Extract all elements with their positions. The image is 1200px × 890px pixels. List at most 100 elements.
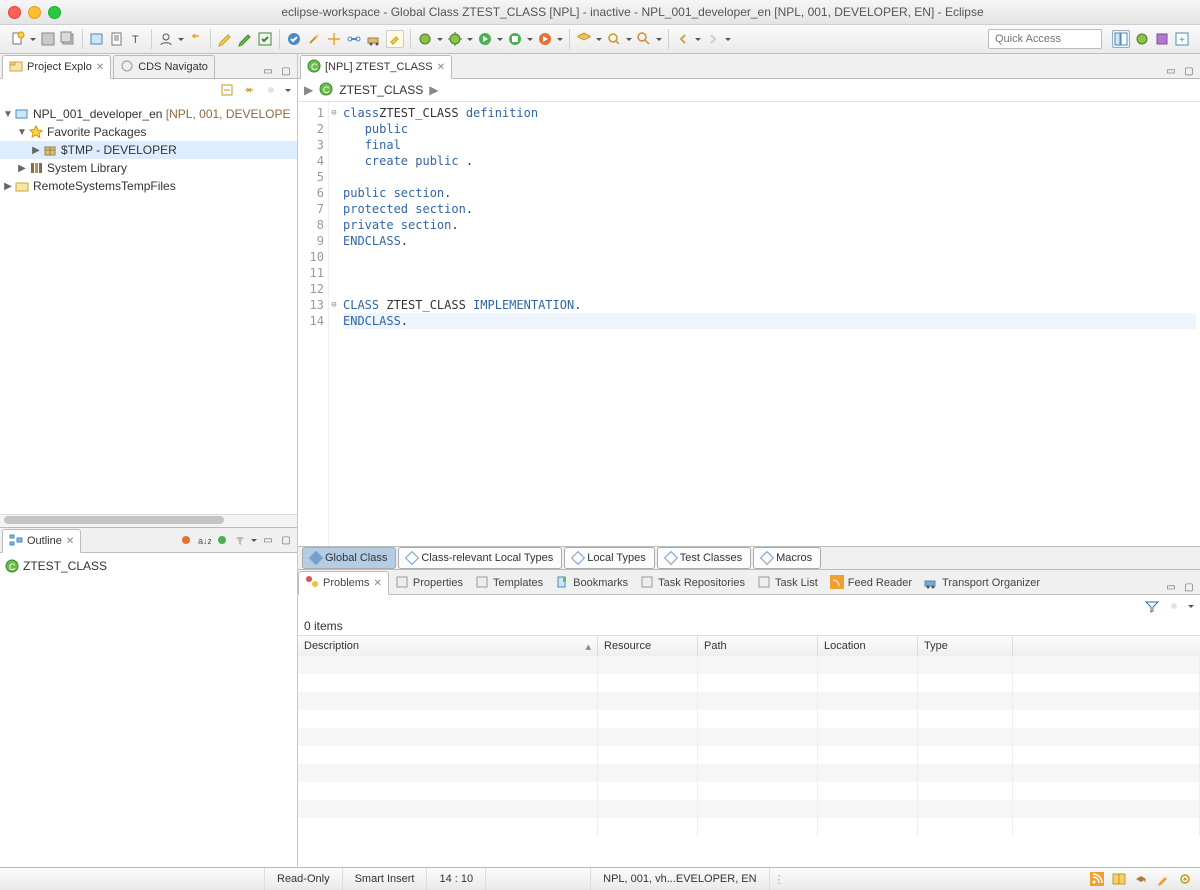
link-editor-icon[interactable]: [241, 82, 257, 98]
minimize-window-icon[interactable]: [28, 6, 41, 19]
bottom-tab-problems[interactable]: Problems✕: [298, 571, 389, 595]
new-button[interactable]: [10, 31, 26, 47]
tab-outline[interactable]: Outline ✕: [2, 529, 81, 553]
tree-remote-label: RemoteSystemsTempFiles: [33, 179, 176, 193]
search-button[interactable]: [606, 31, 622, 47]
minimize-view-icon[interactable]: ▭: [261, 64, 275, 78]
open-perspective-button[interactable]: +: [1174, 31, 1190, 47]
maximize-view-icon[interactable]: ▢: [1182, 580, 1196, 594]
abap-text-button[interactable]: T: [129, 31, 145, 47]
bottom-tab-properties[interactable]: Properties: [389, 572, 469, 594]
close-icon[interactable]: ✕: [96, 62, 104, 73]
maximize-view-icon[interactable]: ▢: [279, 533, 293, 547]
problems-table[interactable]: Description▴ResourcePathLocationType: [298, 635, 1200, 867]
editor-tab[interactable]: C [NPL] ZTEST_CLASS ✕: [300, 55, 452, 79]
outline-sort-icon[interactable]: a↓z: [197, 533, 211, 547]
outline-filter-icon[interactable]: [233, 533, 247, 547]
hat-status-icon[interactable]: [1134, 872, 1148, 886]
filter-icon[interactable]: [263, 82, 279, 98]
debug-button[interactable]: [417, 31, 433, 47]
forward-button[interactable]: [705, 31, 721, 47]
editor-subtab[interactable]: Local Types: [564, 547, 655, 569]
bottom-tab-feed[interactable]: Feed Reader: [824, 572, 918, 594]
bottom-tab-transport[interactable]: Transport Organizer: [918, 572, 1046, 594]
save-all-button[interactable]: [60, 31, 76, 47]
column-header[interactable]: Resource: [598, 636, 698, 656]
problems-menu-icon[interactable]: [1188, 598, 1194, 614]
activate-all-button[interactable]: [257, 31, 273, 47]
project-explorer-icon: [9, 59, 23, 76]
edit-status-icon[interactable]: [1156, 872, 1170, 886]
outline-tree[interactable]: C ZTEST_CLASS: [0, 553, 297, 867]
horizontal-scrollbar[interactable]: [0, 514, 297, 527]
open-type-button[interactable]: [576, 31, 592, 47]
gear-status-icon[interactable]: [1178, 872, 1192, 886]
where-used-button[interactable]: [326, 31, 342, 47]
close-icon[interactable]: ✕: [373, 578, 381, 589]
feed-status-icon[interactable]: [1090, 872, 1104, 886]
minimize-editor-icon[interactable]: ▭: [1164, 64, 1178, 78]
view-menu-icon[interactable]: [285, 82, 291, 98]
maximize-view-icon[interactable]: ▢: [279, 64, 293, 78]
abap-doc-button[interactable]: [109, 31, 125, 47]
back-button[interactable]: [675, 31, 691, 47]
book-status-icon[interactable]: [1112, 872, 1126, 886]
column-header[interactable]: Type: [918, 636, 1013, 656]
column-header[interactable]: Description▴: [298, 636, 598, 656]
highlighter-button[interactable]: [386, 30, 404, 48]
perspective-debug-button[interactable]: [1134, 31, 1150, 47]
perspective-abap-button[interactable]: [1112, 30, 1130, 48]
breadcrumb-label: ZTEST_CLASS: [339, 83, 423, 97]
minimize-view-icon[interactable]: ▭: [1164, 580, 1178, 594]
maximize-window-icon[interactable]: [48, 6, 61, 19]
link-button[interactable]: [346, 31, 362, 47]
undo-button[interactable]: [188, 31, 204, 47]
column-header[interactable]: Path: [698, 636, 818, 656]
new-menu[interactable]: [30, 31, 36, 47]
editor-breadcrumb[interactable]: ▶ C ZTEST_CLASS ▶: [298, 79, 1200, 102]
coverage-button[interactable]: [507, 31, 523, 47]
abap-open-button[interactable]: [89, 31, 105, 47]
check-button[interactable]: [286, 31, 302, 47]
bottom-tab-taskrepo[interactable]: Task Repositories: [634, 572, 751, 594]
class-icon: C: [4, 558, 20, 574]
user-button[interactable]: [158, 31, 174, 47]
bookmarks-icon: [555, 575, 569, 592]
minimize-view-icon[interactable]: ▭: [261, 533, 275, 547]
project-tree[interactable]: ▼ NPL_001_developer_en [NPL, 001, DEVELO…: [0, 101, 297, 514]
perspective-java-button[interactable]: [1154, 31, 1170, 47]
properties-icon: [395, 575, 409, 592]
editor-subtab[interactable]: Macros: [753, 547, 821, 569]
quick-access-input[interactable]: [988, 29, 1102, 49]
editor-subtab[interactable]: Test Classes: [657, 547, 751, 569]
tab-cds-navigator[interactable]: CDS Navigato: [113, 55, 215, 79]
problems-group-icon[interactable]: [1166, 598, 1182, 614]
open-task-button[interactable]: [636, 31, 652, 47]
folder-icon: [14, 178, 30, 194]
column-header[interactable]: Location: [818, 636, 918, 656]
outline-focus-icon[interactable]: [179, 533, 193, 547]
outline-menu-icon[interactable]: [251, 532, 257, 548]
external-button[interactable]: [537, 31, 553, 47]
bottom-tab-bookmarks[interactable]: Bookmarks: [549, 572, 634, 594]
run-button[interactable]: [477, 31, 493, 47]
outline-hide-icon[interactable]: [215, 533, 229, 547]
edit-button[interactable]: [217, 31, 233, 47]
editor-subtab[interactable]: Class-relevant Local Types: [398, 547, 562, 569]
close-icon[interactable]: ✕: [66, 536, 74, 547]
editor-body[interactable]: 1234567891011121314 ⊖⊖ classZTEST_CLASS …: [298, 102, 1200, 546]
save-button[interactable]: [40, 31, 56, 47]
close-icon[interactable]: ✕: [437, 62, 445, 73]
tab-project-explorer[interactable]: Project Explo ✕: [2, 55, 111, 79]
bottom-tab-templates[interactable]: Templates: [469, 572, 549, 594]
activate-button[interactable]: [237, 31, 253, 47]
activate-wand-button[interactable]: [306, 31, 322, 47]
transport-button[interactable]: [366, 31, 382, 47]
maximize-editor-icon[interactable]: ▢: [1182, 64, 1196, 78]
editor-subtab[interactable]: Global Class: [302, 547, 396, 569]
bottom-tab-tasklist[interactable]: Task List: [751, 572, 824, 594]
close-window-icon[interactable]: [8, 6, 21, 19]
collapse-all-icon[interactable]: [219, 82, 235, 98]
debug-as-button[interactable]: [447, 31, 463, 47]
problems-config-icon[interactable]: [1144, 598, 1160, 614]
